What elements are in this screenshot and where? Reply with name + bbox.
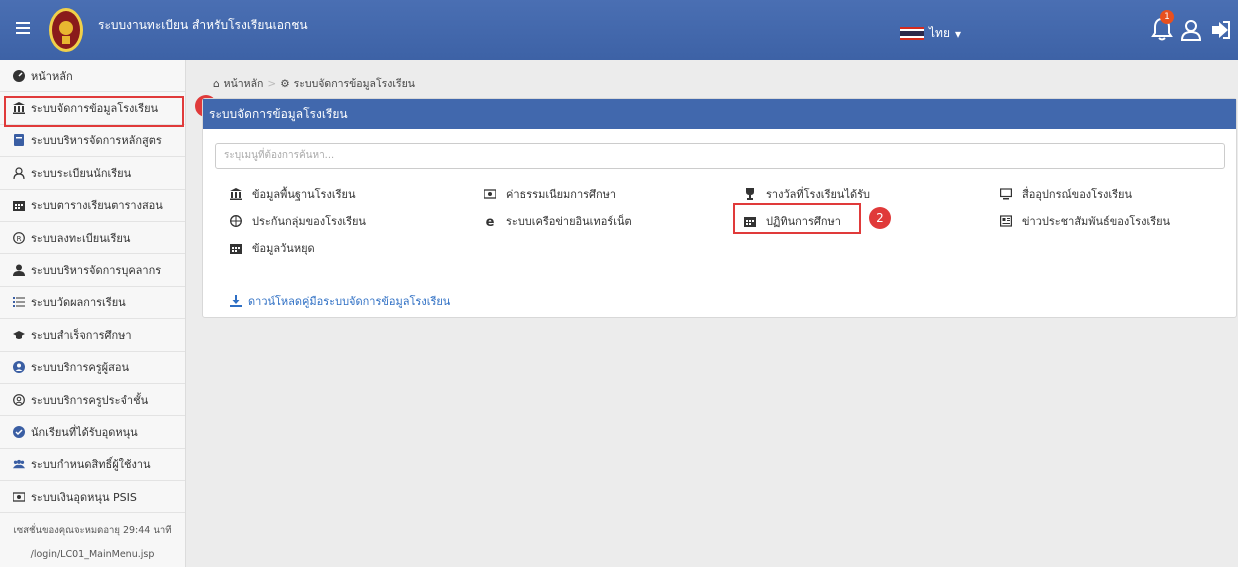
internet-explorer-icon: e xyxy=(486,215,495,227)
money-icon xyxy=(484,189,496,199)
sidebar-item-label: นักเรียนที่ได้รับอุดหนุน xyxy=(31,425,138,439)
sidebar-item-label: ระบบสำเร็จการศึกษา xyxy=(31,328,132,342)
menu-internet-network[interactable]: e ระบบเครือข่ายอินเทอร์เน็ต xyxy=(484,212,632,230)
thai-flag-icon xyxy=(900,26,924,41)
check-circle-icon xyxy=(13,425,25,438)
sidebar-item-label: ระบบตารางเรียนตารางสอน xyxy=(31,199,163,213)
download-icon xyxy=(230,295,242,307)
home-icon: ⌂ xyxy=(213,77,220,90)
sidebar-item-user-permissions[interactable]: ระบบกำหนดสิทธิ์ผู้ใช้งาน xyxy=(0,449,185,482)
user-icon xyxy=(13,264,25,277)
language-selector[interactable]: ไทย ▾ xyxy=(900,24,961,43)
sidebar-item-label: ระบบกำหนดสิทธิ์ผู้ใช้งาน xyxy=(31,458,151,472)
top-bar: ระบบงานทะเบียน สำหรับโรงเรียนเอกชน ไทย ▾… xyxy=(0,0,1238,60)
download-manual-link[interactable]: ดาวน์โหลดคู่มือระบบจัดการข้อมูลโรงเรียน xyxy=(230,292,450,310)
sidebar-item-label: ระบบบริการครูประจำชั้น xyxy=(31,393,149,407)
sidebar-item-assessment[interactable]: ระบบวัดผลการเรียน xyxy=(0,287,185,320)
menu-school-news[interactable]: ข่าวประชาสัมพันธ์ของโรงเรียน xyxy=(1000,212,1170,230)
caret-down-icon: ▾ xyxy=(954,26,962,41)
school-emblem-icon xyxy=(49,8,83,52)
session-info: เซสชั่นของคุณจะหมดอายุ 29:44 นาที /login… xyxy=(0,513,185,567)
monitor-icon xyxy=(1000,188,1012,200)
menu-item-label: ประกันกลุ่มของโรงเรียน xyxy=(252,215,366,228)
menu-school-awards[interactable]: รางวัลที่โรงเรียนได้รับ xyxy=(744,185,870,203)
sidebar-item-timetable[interactable]: ระบบตารางเรียนตารางสอน xyxy=(0,190,185,222)
svg-text:e: e xyxy=(486,215,495,227)
panel-title: ระบบจัดการข้อมูลโรงเรียน xyxy=(203,99,1236,129)
list-icon xyxy=(13,297,25,308)
breadcrumb: ⌂ หน้าหลัก > ⚙ ระบบจัดการข้อมูลโรงเรียน xyxy=(213,75,415,92)
sidebar-item-student-records[interactable]: ระบบระเบียนนักเรียน xyxy=(0,157,185,190)
menu-item-label: รางวัลที่โรงเรียนได้รับ xyxy=(766,188,871,201)
sidebar-item-curriculum[interactable]: ระบบบริหารจัดการหลักสูตร xyxy=(0,125,185,158)
sidebar-item-personnel[interactable]: ระบบบริหารจัดการบุคลากร xyxy=(0,254,185,287)
sidebar-item-label: หน้าหลัก xyxy=(31,69,73,83)
menu-search-input[interactable]: ระบุเมนูที่ต้องการค้นหา... xyxy=(215,143,1225,169)
breadcrumb-separator: > xyxy=(267,77,277,90)
user-profile-icon[interactable] xyxy=(1180,18,1202,42)
sidebar-item-subsidized-students[interactable]: นักเรียนที่ได้รับอุดหนุน xyxy=(0,416,185,449)
money-icon xyxy=(13,492,25,502)
svg-text:R: R xyxy=(17,234,22,242)
sidebar-item-registration[interactable]: R ระบบลงทะเบียนเรียน xyxy=(0,222,185,255)
menu-item-label: ระบบเครือข่ายอินเทอร์เน็ต xyxy=(506,215,632,228)
sidebar-item-home[interactable]: หน้าหลัก xyxy=(0,60,185,93)
sidebar-item-label: ระบบระเบียนนักเรียน xyxy=(31,166,132,180)
book-icon xyxy=(14,134,24,147)
sidebar-item-label: ระบบบริการครูผู้สอน xyxy=(31,361,129,375)
user-outline-icon xyxy=(13,167,25,179)
user-circle-icon xyxy=(13,361,25,374)
menu-item-label: สื่ออุปกรณ์ของโรงเรียน xyxy=(1022,188,1132,201)
page-path: /login/LC01_MainMenu.jsp xyxy=(30,549,155,561)
sidebar-item-label: ระบบเงินอุดหนุน PSIS xyxy=(31,490,137,504)
sidebar-item-teacher-service[interactable]: ระบบบริการครูผู้สอน xyxy=(0,352,185,384)
app-title: ระบบงานทะเบียน สำหรับโรงเรียนเอกชน xyxy=(98,18,308,32)
sidebar-item-psis-subsidy[interactable]: ระบบเงินอุดหนุน PSIS xyxy=(0,481,185,514)
menu-school-equipment[interactable]: สื่ออุปกรณ์ของโรงเรียน xyxy=(1000,185,1132,203)
graduation-icon xyxy=(13,330,25,339)
menu-tuition-fees[interactable]: ค่าธรรมเนียมการศึกษา xyxy=(484,185,616,203)
sidebar: หน้าหลัก ระบบจัดการข้อมูลโรงเรียน ระบบบร… xyxy=(0,60,186,567)
session-timer: เซสชั่นของคุณจะหมดอายุ 29:44 นาที xyxy=(13,525,172,537)
trophy-icon xyxy=(746,188,754,200)
menu-item-label: ค่าธรรมเนียมการศึกษา xyxy=(506,188,617,201)
sidebar-item-label: ระบบวัดผลการเรียน xyxy=(31,296,126,310)
registered-icon: R xyxy=(13,231,25,244)
users-icon xyxy=(13,460,25,469)
gears-icon: ⚙ xyxy=(280,77,290,90)
step-marker-2: 2 xyxy=(869,207,891,229)
highlight-box-sidebar xyxy=(4,96,184,127)
menu-group-insurance[interactable]: ประกันกลุ่มของโรงเรียน xyxy=(230,212,366,230)
sidebar-item-label: ระบบบริหารจัดการบุคลากร xyxy=(31,264,162,278)
sidebar-item-label: ระบบบริหารจัดการหลักสูตร xyxy=(31,134,162,148)
language-label: ไทย xyxy=(929,26,950,40)
menu-holidays[interactable]: ข้อมูลวันหยุด xyxy=(230,239,315,257)
school-data-panel: ระบบจัดการข้อมูลโรงเรียน ระบุเมนูที่ต้อง… xyxy=(202,98,1237,318)
newspaper-icon xyxy=(1000,215,1012,227)
bank-icon xyxy=(230,188,242,200)
menu-item-label: ข้อมูลพื้นฐานโรงเรียน xyxy=(252,188,356,201)
menu-item-label: ข้อมูลวันหยุด xyxy=(252,242,315,255)
menu-toggle-icon[interactable] xyxy=(16,22,30,34)
sidebar-item-graduation[interactable]: ระบบสำเร็จการศึกษา xyxy=(0,319,185,352)
breadcrumb-home[interactable]: หน้าหลัก xyxy=(224,75,264,92)
globe-icon xyxy=(230,215,242,227)
menu-school-basic-info[interactable]: ข้อมูลพื้นฐานโรงเรียน xyxy=(230,185,355,203)
highlight-box-calendar xyxy=(733,203,861,234)
breadcrumb-current: ระบบจัดการข้อมูลโรงเรียน xyxy=(293,78,415,90)
logout-icon[interactable] xyxy=(1210,19,1232,41)
calendar-icon xyxy=(13,201,25,212)
id-circle-icon xyxy=(13,393,25,406)
notification-badge: 1 xyxy=(1160,10,1174,24)
dashboard-icon xyxy=(13,69,25,82)
sidebar-item-label: ระบบลงทะเบียนเรียน xyxy=(31,231,131,245)
menu-item-label: ข่าวประชาสัมพันธ์ของโรงเรียน xyxy=(1022,215,1171,228)
download-label: ดาวน์โหลดคู่มือระบบจัดการข้อมูลโรงเรียน xyxy=(248,295,451,308)
sidebar-item-homeroom[interactable]: ระบบบริการครูประจำชั้น xyxy=(0,384,185,417)
calendar-icon xyxy=(230,244,242,254)
